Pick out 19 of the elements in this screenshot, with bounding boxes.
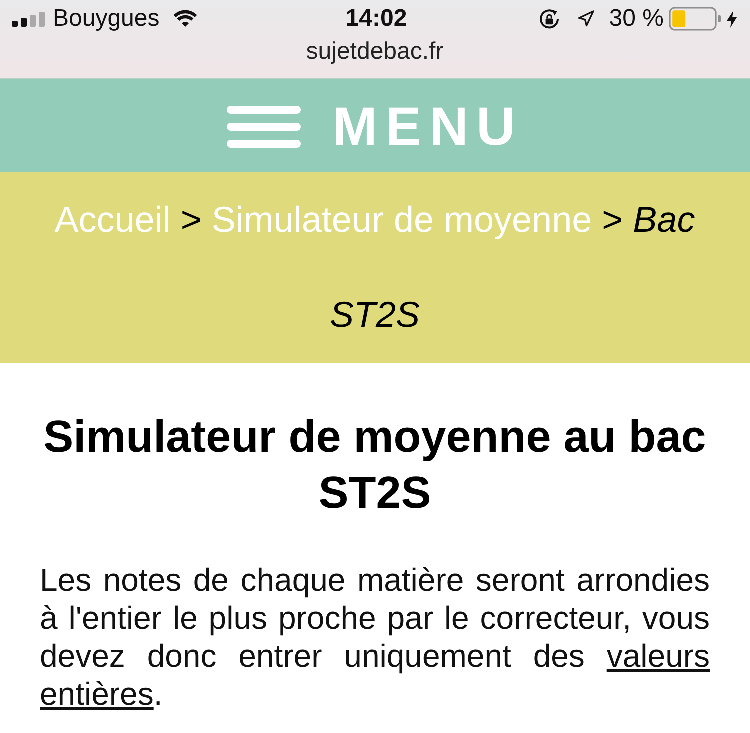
orientation-lock-icon xyxy=(539,8,560,30)
breadcrumb-current: Bac xyxy=(633,199,696,240)
charging-bolt-icon xyxy=(727,10,737,28)
page-url[interactable]: sujetdebac.fr xyxy=(306,40,444,64)
breadcrumb-separator: > xyxy=(602,199,624,240)
page-title: Simulateur de moyenne au bac ST2S xyxy=(42,410,708,520)
battery-percentage: 30 % xyxy=(609,7,664,31)
signal-icon xyxy=(12,12,46,26)
battery-icon xyxy=(669,7,722,31)
text-link[interactable]: valeurs xyxy=(606,638,710,674)
location-arrow-icon xyxy=(577,10,596,28)
wifi-icon xyxy=(172,10,198,28)
clock-time: 14:02 xyxy=(344,7,408,31)
menu-icon xyxy=(226,106,300,148)
intro-paragraph: Les notes de chaque matière seront arrondies à l'entier le plus proche par le correcteur, vous devez donc entrer uniquement des valeurs entières. xyxy=(40,561,710,713)
breadcrumb-current: ST2S xyxy=(330,294,420,335)
carrier-name: Bouygues xyxy=(53,7,160,31)
text-link[interactable]: entières xyxy=(40,676,154,712)
breadcrumb-separator: > xyxy=(180,199,202,240)
